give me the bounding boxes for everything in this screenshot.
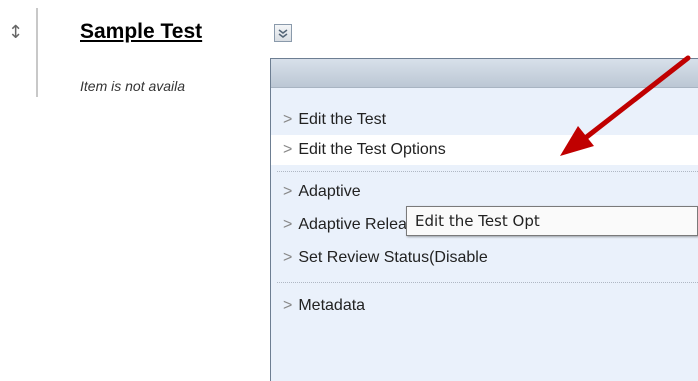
annotation-arrow <box>560 55 691 156</box>
